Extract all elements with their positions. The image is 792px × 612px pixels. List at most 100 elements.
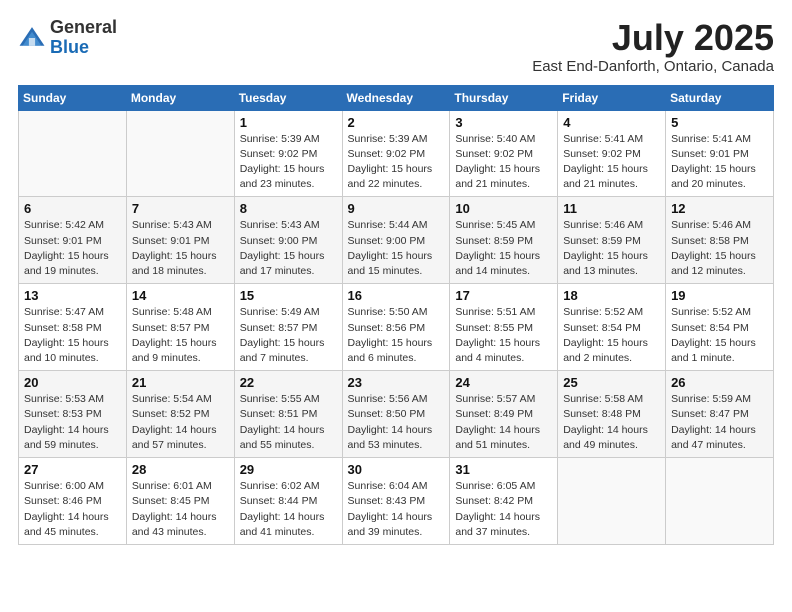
daylight-text: Daylight: 15 hours and 1 minute. bbox=[671, 337, 756, 364]
day-number: 14 bbox=[132, 288, 229, 303]
weekday-header-row: SundayMondayTuesdayWednesdayThursdayFrid… bbox=[19, 85, 774, 110]
day-number: 4 bbox=[563, 115, 660, 130]
day-detail: Sunrise: 5:41 AMSunset: 9:02 PMDaylight:… bbox=[563, 132, 660, 193]
day-number: 5 bbox=[671, 115, 768, 130]
sunrise-text: Sunrise: 6:01 AM bbox=[132, 480, 212, 492]
calendar-day-cell: 22 Sunrise: 5:55 AMSunset: 8:51 PMDayligh… bbox=[234, 371, 342, 458]
sunrise-text: Sunrise: 5:51 AM bbox=[455, 306, 535, 318]
calendar-day-cell: 16Sunrise: 5:50 AMSunset: 8:56 PMDayligh… bbox=[342, 284, 450, 371]
day-detail: Sunrise: 5:57 AMSunset: 8:49 PMDaylight:… bbox=[455, 392, 552, 453]
daylight-text: Daylight: 15 hours and 17 minutes. bbox=[240, 250, 325, 277]
day-detail: Sunrise: 5:55 AMSunset: 8:51 PMDaylight:… bbox=[240, 392, 337, 453]
calendar-day-cell bbox=[558, 458, 666, 545]
day-detail: Sunrise: 6:01 AMSunset: 8:45 PMDaylight:… bbox=[132, 479, 229, 540]
sunrise-text: Sunrise: 5:47 AM bbox=[24, 306, 104, 318]
day-number: 25 bbox=[563, 375, 660, 390]
day-number: 10 bbox=[455, 201, 552, 216]
daylight-text: Daylight: 15 hours and 9 minutes. bbox=[132, 337, 217, 364]
sunset-text: Sunset: 8:50 PM bbox=[348, 408, 426, 420]
sunrise-text: Sunrise: 5:45 AM bbox=[455, 219, 535, 231]
daylight-text: Daylight: 14 hours and 59 minutes. bbox=[24, 424, 109, 451]
calendar-day-cell: 21Sunrise: 5:54 AMSunset: 8:52 PMDayligh… bbox=[126, 371, 234, 458]
calendar-day-cell: 11 Sunrise: 5:46 AMSunset: 8:59 PMDayligh… bbox=[558, 197, 666, 284]
header: General Blue July 2025 East End-Danforth… bbox=[18, 18, 774, 75]
page: General Blue July 2025 East End-Danforth… bbox=[0, 0, 792, 612]
sunset-text: Sunset: 9:01 PM bbox=[671, 148, 749, 160]
sunrise-text: Sunrise: 5:40 AM bbox=[455, 133, 535, 145]
calendar-title: July 2025 bbox=[532, 18, 774, 58]
weekday-header: Monday bbox=[126, 85, 234, 110]
daylight-text: Daylight: 14 hours and 57 minutes. bbox=[132, 424, 217, 451]
day-number: 11 bbox=[563, 201, 660, 216]
calendar-day-cell: 12Sunrise: 5:46 AMSunset: 8:58 PMDayligh… bbox=[666, 197, 774, 284]
day-detail: Sunrise: 5:48 AM Sunset: 8:57 PM Daylight:… bbox=[132, 305, 229, 366]
sunset-text: Sunset: 9:00 PM bbox=[348, 235, 426, 247]
day-detail: Sunrise: 5:51 AMSunset: 8:55 PMDaylight:… bbox=[455, 305, 552, 366]
daylight-text: Daylight: 15 hours and 4 minutes. bbox=[455, 337, 540, 364]
daylight-text: Daylight: 15 hours and 21 minutes. bbox=[563, 163, 648, 190]
day-number: 26 bbox=[671, 375, 768, 390]
calendar-day-cell: 26 Sunrise: 5:59 AMSunset: 8:47 PMDayligh… bbox=[666, 371, 774, 458]
sunset-text: Sunset: 8:59 PM bbox=[563, 235, 641, 247]
day-detail: Sunrise: 5:46 AMSunset: 8:58 PMDaylight:… bbox=[671, 218, 768, 279]
sunset-text: Sunset: 8:54 PM bbox=[563, 322, 641, 334]
sunset-text: Sunset: 9:02 PM bbox=[348, 148, 426, 160]
day-detail: Sunrise: 6:02 AMSunset: 8:44 PMDaylight:… bbox=[240, 479, 337, 540]
daylight-text: Daylight: 15 hours and 2 minutes. bbox=[563, 337, 648, 364]
day-detail: Sunrise: 5:58 AMSunset: 8:48 PMDaylight:… bbox=[563, 392, 660, 453]
calendar-day-cell: 28Sunrise: 6:01 AMSunset: 8:45 PMDayligh… bbox=[126, 458, 234, 545]
day-detail: Sunrise: 6:00 AMSunset: 8:46 PMDaylight:… bbox=[24, 479, 121, 540]
calendar-day-cell: 6Sunrise: 5:42 AMSunset: 9:01 PMDaylight… bbox=[19, 197, 127, 284]
calendar-day-cell: 27 Sunrise: 6:00 AMSunset: 8:46 PMDayligh… bbox=[19, 458, 127, 545]
sunset-text: Sunset: 8:46 PM bbox=[24, 495, 102, 507]
sunset-text: Sunset: 9:01 PM bbox=[132, 235, 210, 247]
day-number: 8 bbox=[240, 201, 337, 216]
daylight-text: Daylight: 15 hours and 22 minutes. bbox=[348, 163, 433, 190]
sunrise-text: Sunrise: 5:48 AM bbox=[132, 306, 212, 318]
daylight-text: Daylight: 15 hours and 6 minutes. bbox=[348, 337, 433, 364]
day-number: 27 bbox=[24, 462, 121, 477]
day-number: 20 bbox=[24, 375, 121, 390]
day-number: 24 bbox=[455, 375, 552, 390]
day-number: 22 bbox=[240, 375, 337, 390]
sunset-text: Sunset: 8:45 PM bbox=[132, 495, 210, 507]
day-detail: Sunrise: 5:44 AM Sunset: 9:00 PM Daylight:… bbox=[348, 218, 445, 279]
daylight-text: Daylight: 15 hours and 15 minutes. bbox=[348, 250, 433, 277]
day-detail: Sunrise: 6:04 AMSunset: 8:43 PMDaylight:… bbox=[348, 479, 445, 540]
sunset-text: Sunset: 8:52 PM bbox=[132, 408, 210, 420]
sunrise-text: Sunrise: 5:42 AM bbox=[24, 219, 104, 231]
day-detail: Sunrise: 5:39 AMSunset: 9:02 PMDaylight:… bbox=[348, 132, 445, 193]
calendar-day-cell: 9 Sunrise: 5:44 AM Sunset: 9:00 PM Daylight… bbox=[342, 197, 450, 284]
day-number: 9 bbox=[348, 201, 445, 216]
sunset-text: Sunset: 8:43 PM bbox=[348, 495, 426, 507]
daylight-text: Daylight: 14 hours and 53 minutes. bbox=[348, 424, 433, 451]
daylight-text: Daylight: 15 hours and 12 minutes. bbox=[671, 250, 756, 277]
logo-general-text: General bbox=[50, 17, 117, 37]
day-number: 15 bbox=[240, 288, 337, 303]
daylight-text: Daylight: 14 hours and 51 minutes. bbox=[455, 424, 540, 451]
day-detail: Sunrise: 5:56 AMSunset: 8:50 PMDaylight:… bbox=[348, 392, 445, 453]
sunset-text: Sunset: 8:51 PM bbox=[240, 408, 318, 420]
calendar-day-cell: 1Sunrise: 5:39 AMSunset: 9:02 PMDaylight… bbox=[234, 110, 342, 197]
day-detail: Sunrise: 5:52 AMSunset: 8:54 PMDaylight:… bbox=[671, 305, 768, 366]
sunset-text: Sunset: 8:59 PM bbox=[455, 235, 533, 247]
sunrise-text: Sunrise: 5:39 AM bbox=[240, 133, 320, 145]
sunrise-text: Sunrise: 5:44 AM bbox=[348, 219, 428, 231]
logo-icon bbox=[18, 24, 46, 52]
daylight-text: Daylight: 14 hours and 47 minutes. bbox=[671, 424, 756, 451]
sunrise-text: Sunrise: 6:04 AM bbox=[348, 480, 428, 492]
calendar-week-row: 6Sunrise: 5:42 AMSunset: 9:01 PMDaylight… bbox=[19, 197, 774, 284]
daylight-text: Daylight: 14 hours and 45 minutes. bbox=[24, 511, 109, 538]
calendar-day-cell: 23 Sunrise: 5:56 AMSunset: 8:50 PMDayligh… bbox=[342, 371, 450, 458]
day-number: 16 bbox=[348, 288, 445, 303]
daylight-text: Daylight: 15 hours and 14 minutes. bbox=[455, 250, 540, 277]
calendar-day-cell: 18Sunrise: 5:52 AMSunset: 8:54 PMDayligh… bbox=[558, 284, 666, 371]
calendar-day-cell: 7Sunrise: 5:43 AMSunset: 9:01 PMDaylight… bbox=[126, 197, 234, 284]
title-block: July 2025 East End-Danforth, Ontario, Ca… bbox=[532, 18, 774, 75]
day-detail: Sunrise: 5:59 AMSunset: 8:47 PMDaylight:… bbox=[671, 392, 768, 453]
sunrise-text: Sunrise: 5:49 AM bbox=[240, 306, 320, 318]
day-number: 23 bbox=[348, 375, 445, 390]
day-number: 2 bbox=[348, 115, 445, 130]
day-detail: Sunrise: 5:46 AMSunset: 8:59 PMDaylight:… bbox=[563, 218, 660, 279]
sunset-text: Sunset: 8:57 PM bbox=[132, 322, 210, 334]
